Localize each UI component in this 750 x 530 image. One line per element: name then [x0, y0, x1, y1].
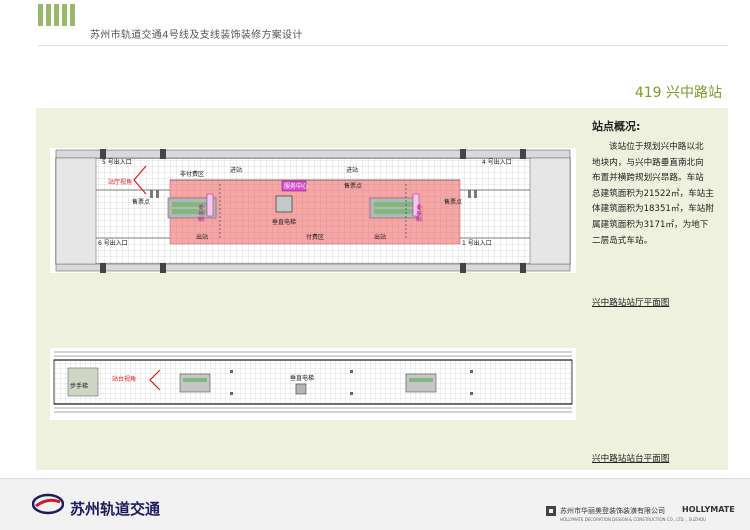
ticket-left-label: 售票点 [132, 198, 150, 206]
platform-elevator-label: 垂直电梯 [290, 374, 314, 382]
concourse-plan: 5 号出入口 4 号出入口 6 号出入口 1 号出入口 站厅视角 非付费区 进站… [50, 148, 576, 273]
station-heading: 419 兴中路站 [634, 85, 722, 101]
concourse-plan-caption: 兴中路站站厅平面图 [592, 298, 670, 308]
ticket-right-label: 售票点 [444, 198, 462, 206]
overview-line: 体建筑面积为18351㎡，车站附 [592, 204, 714, 215]
metro-logo-icon [32, 493, 64, 515]
concourse-view-label: 站厅视角 [108, 178, 132, 186]
ticket-booth-left-label: 票务亭 [198, 204, 206, 222]
header-divider [38, 45, 728, 46]
overview-line: 地块内，与兴中路垂直南北向 [592, 157, 704, 168]
footer-brand: HOLLYMATE [682, 505, 735, 514]
document-title: 苏州市轨道交通4号线及支线装饰装修方案设计 [90, 30, 303, 41]
footer-logo-text: 苏州轨道交通 [70, 500, 161, 518]
stair-label: 步手梯 [70, 382, 88, 390]
overview-line: 二层岛式车站。 [592, 235, 653, 246]
overview-line: 该站位于规划兴中路以北 [609, 142, 704, 152]
footer-company-english: HOLLYMATE DECORATION DESIGN & CONSTRUCTI… [560, 517, 706, 522]
overview-line: 总建筑面积为21522㎡，车站主 [592, 188, 714, 199]
elevator-label: 垂直电梯 [272, 218, 296, 226]
platform-plan-caption: 兴中路站站台平面图 [592, 454, 670, 464]
ticket-mid-label: 售票点 [344, 182, 362, 190]
overview-line: 属建筑面积为3171㎡，为地下 [592, 219, 709, 230]
exit6-label: 6 号出入口 [98, 239, 128, 247]
exit-right-label: 出站 [374, 233, 386, 241]
exit4-label: 4 号出入口 [482, 158, 512, 166]
exit1-label: 1 号出入口 [462, 239, 492, 247]
overview-title: 站点概况: [592, 120, 641, 133]
platform-view-label: 站台视角 [112, 375, 136, 383]
company-logo-icon [546, 506, 556, 516]
exit5-label: 5 号出入口 [102, 158, 132, 166]
unpaid-area-label: 非付费区 [180, 170, 204, 178]
footer-company-name: 苏州市华丽美登装饰装潢有限公司 [560, 507, 665, 515]
exit-left-label: 出站 [196, 233, 208, 241]
entry-left-label: 进站 [230, 166, 242, 174]
overview-body: 该站位于规划兴中路以北 地块内，与兴中路垂直南北向 布置并横跨规划兴昂路。车站 … [592, 140, 717, 249]
overview-line: 布置并横跨规划兴昂路。车站 [592, 173, 704, 184]
paid-area-label: 付费区 [306, 233, 324, 241]
brand-bars-logo [38, 4, 78, 26]
service-center-label: 服务中心 [284, 182, 308, 190]
entry-right-label: 进站 [346, 166, 358, 174]
ticket-booth-right-label: 票务亭 [416, 204, 424, 222]
platform-plan: 站台视角 步手梯 垂直电梯 [50, 348, 576, 420]
